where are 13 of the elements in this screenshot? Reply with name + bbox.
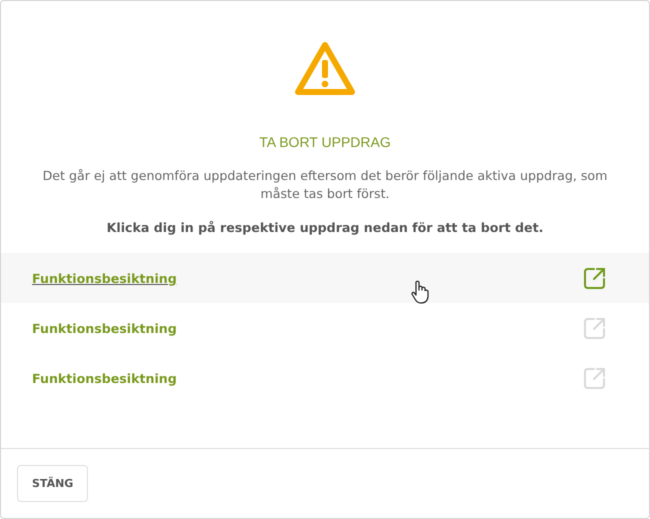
dialog-title: TA BORT UPPDRAG (259, 134, 391, 150)
task-row[interactable]: Funktionsbesiktning (1, 253, 649, 303)
external-link-icon[interactable] (584, 267, 606, 289)
hand-cursor-icon (411, 280, 429, 304)
task-link[interactable]: Funktionsbesiktning (32, 320, 177, 336)
task-row[interactable]: Funktionsbesiktning (1, 303, 649, 353)
warning-icon (294, 41, 356, 97)
message-text: Det går ej att genomföra uppdateringen eftersom det berör följande aktiva uppdrag, som måste tas bort först. (42, 167, 608, 203)
task-link[interactable]: Funktionsbesiktning (32, 370, 177, 386)
task-row[interactable]: Funktionsbesiktning (1, 353, 649, 403)
close-button[interactable]: STÄNG (17, 465, 88, 502)
task-link[interactable]: Funktionsbesiktning (32, 270, 177, 286)
instruction-text: Klicka dig in på respektive uppdrag nedan för att ta bort det. (106, 220, 544, 235)
